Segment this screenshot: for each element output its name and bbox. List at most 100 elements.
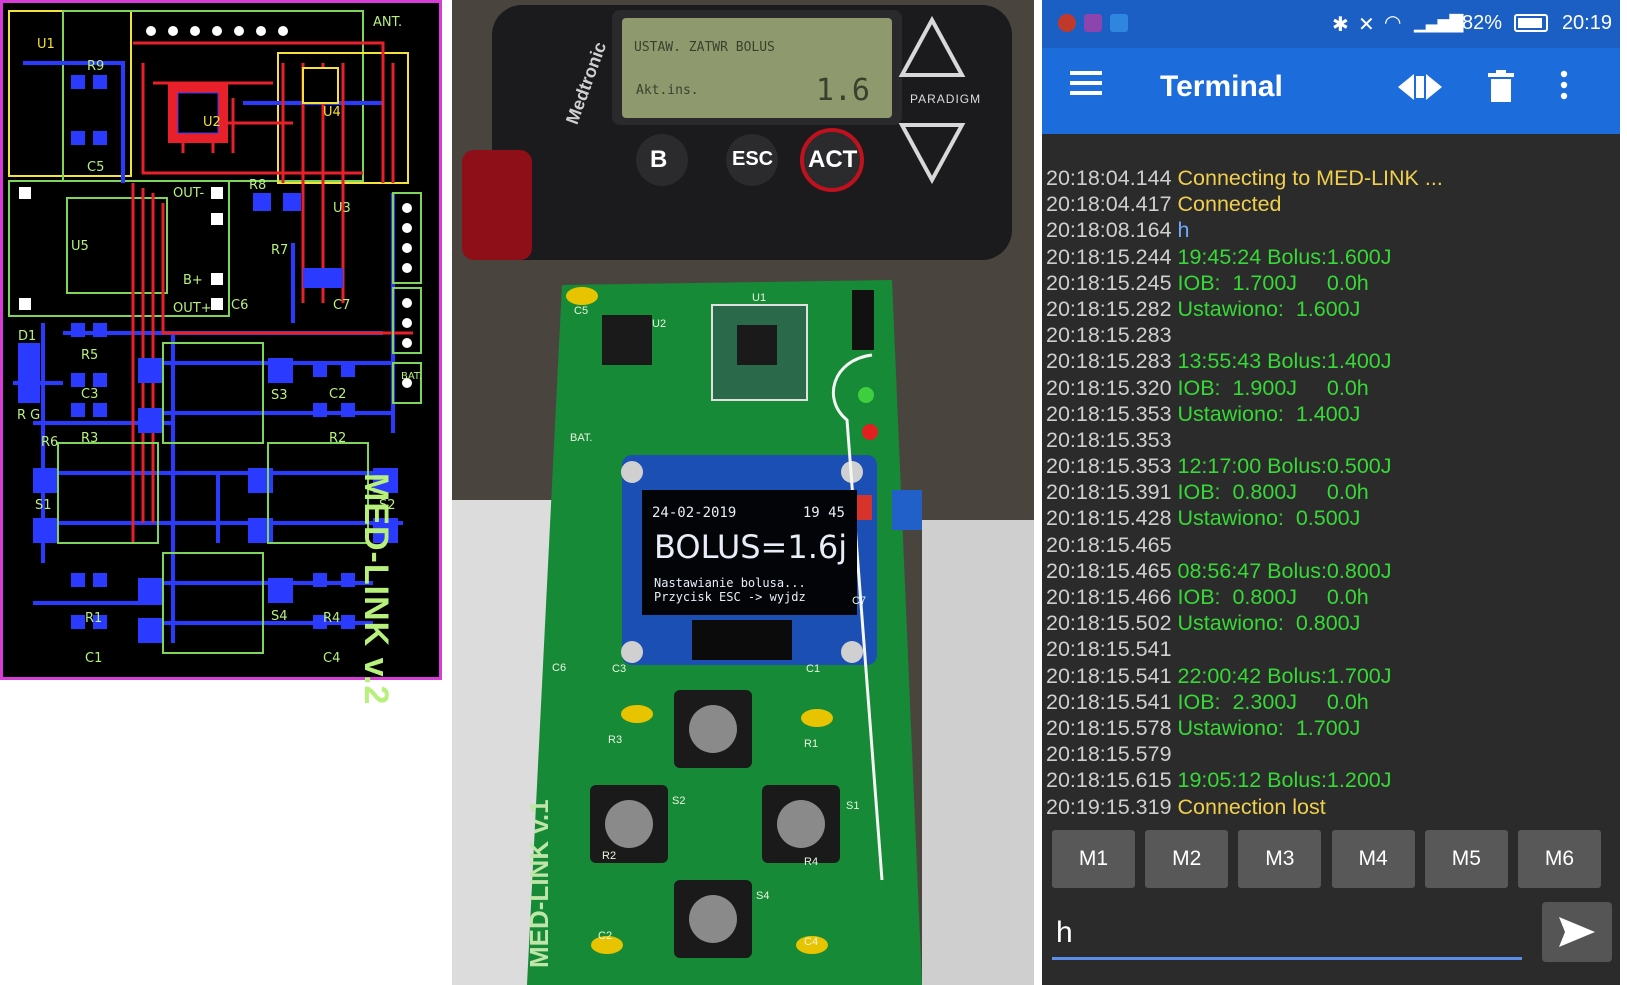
terminal-message: 13:55:43 Bolus:1.400J [1177, 349, 1392, 374]
pcb-label-r5: R5 [81, 348, 99, 363]
pcb-label-r7: R7 [271, 243, 289, 258]
command-input[interactable]: h [1052, 900, 1522, 960]
pcb-label-u5: U5 [71, 239, 89, 254]
terminal-line: 20:18:15.466 IOB: 0.800J 0.0h [1046, 584, 1616, 610]
macro-button-m1[interactable]: M1 [1052, 830, 1135, 888]
photo-label-c6: C6 [552, 662, 567, 674]
terminal-timestamp: 20:18:15.502 [1046, 611, 1178, 636]
terminal-message: 19:05:12 Bolus:1.200J [1177, 768, 1392, 793]
mute-icon: ✕ [1358, 14, 1375, 36]
macro-button-m3[interactable]: M3 [1238, 830, 1322, 888]
macro-button-m4[interactable]: M4 [1331, 830, 1415, 888]
hamburger-icon[interactable] [1070, 70, 1102, 104]
oled-date: 24-02-2019 [652, 505, 737, 521]
pcb-label-r6: R6 [41, 435, 59, 450]
photo-label-c3: C3 [612, 663, 627, 675]
gallery-icon [1084, 14, 1102, 32]
photo-board-name: MED-LINK v.1 [524, 799, 554, 968]
terminal-message: IOB: 1.700J 0.0h [1177, 270, 1369, 295]
pump-screen-line1: USTAW. ZATWR BOLUS [634, 40, 775, 55]
terminal-line: 20:18:15.465 08:56:47 Bolus:0.800J [1046, 558, 1616, 584]
oled-line1: Nastawianie bolusa... [654, 576, 806, 590]
pump-esc-button-label: ESC [732, 148, 774, 170]
terminal-line: 20:18:15.353 Ustawiono: 1.400J [1046, 401, 1616, 427]
pcb-label-r2: R2 [329, 431, 347, 446]
terminal-line: 20:18:15.541 IOB: 2.300J 0.0h [1046, 689, 1616, 715]
macro-button-m6[interactable]: M6 [1518, 830, 1601, 888]
pcb-label-out-minus: OUT- [173, 186, 205, 201]
pcb-label-u1: U1 [37, 37, 55, 52]
pcb-label-c6: C6 [231, 298, 249, 313]
terminal-message: Ustawiono: 0.800J [1177, 611, 1361, 636]
terminal-line: 20:18:04.144 Connecting to MED-LINK ... [1046, 165, 1616, 191]
terminal-timestamp: 20:18:15.541 [1046, 689, 1178, 714]
terminal-message: 22:00:42 Bolus:1.700J [1177, 663, 1392, 688]
terminal-timestamp: 20:18:15.353 [1046, 454, 1178, 479]
terminal-message: IOB: 2.300J 0.0h [1177, 689, 1369, 714]
more-vert-icon[interactable] [1560, 70, 1568, 108]
terminal-line: 20:18:04.417 Connected [1046, 191, 1616, 217]
photo-label-r3: R3 [608, 734, 623, 746]
terminal-line: 20:18:15.244 19:45:24 Bolus:1.600J [1046, 244, 1616, 270]
terminal-message: Ustawiono: 1.700J [1177, 715, 1361, 740]
terminal-line: 20:18:15.283 13:55:43 Bolus:1.400J [1046, 348, 1616, 374]
terminal-timestamp: 20:18:15.615 [1046, 768, 1178, 793]
toolbar-title: Terminal [1160, 70, 1283, 103]
pcb-label-out-plus: OUT+ [173, 301, 212, 316]
connect-icon[interactable] [1394, 72, 1446, 110]
terminal-line: 20:18:15.541 [1046, 636, 1616, 662]
oled-line2: Przycisk ESC -> wyjdz [654, 590, 806, 604]
terminal-line: 20:18:15.615 19:05:12 Bolus:1.200J [1046, 767, 1616, 793]
status-bar: ✱ ✕ ◠ ▁▃▅▇ 82% 20:19 [1042, 0, 1620, 48]
pump-b-button-label: B [650, 146, 668, 173]
terminal-timestamp: 20:18:15.283 [1046, 349, 1178, 374]
terminal-timestamp: 20:18:15.465 [1046, 558, 1178, 583]
status-time: 20:19 [1561, 12, 1612, 34]
notification-icon [1058, 14, 1076, 32]
pcb-label-s4: S4 [271, 609, 288, 624]
trash-icon[interactable] [1488, 70, 1514, 110]
terminal-line: 20:18:15.353 [1046, 427, 1616, 453]
terminal-message: Ustawiono: 0.500J [1177, 506, 1361, 531]
terminal-message: Connecting to MED-LINK ... [1177, 166, 1443, 190]
photo-label-r1: R1 [804, 738, 819, 750]
terminal-timestamp: 20:18:15.465 [1046, 532, 1172, 557]
terminal-message: h [1177, 218, 1190, 243]
battery-percent: 82% [1462, 12, 1503, 34]
photo-label-s1: S1 [846, 800, 860, 812]
terminal-line: 20:19:15.319 Connection lost [1046, 794, 1616, 820]
terminal-timestamp: 20:18:15.282 [1046, 296, 1178, 321]
macro-button-m5[interactable]: M5 [1424, 830, 1508, 888]
pcb-label-r9: R9 [87, 59, 105, 74]
terminal-message: Connected [1177, 192, 1282, 217]
photo-label-c7: C7 [852, 595, 867, 607]
photo-label-c1: C1 [806, 663, 821, 675]
oled-time: 19 45 [802, 505, 845, 521]
terminal-message: IOB: 0.800J 0.0h [1177, 480, 1369, 505]
photo-label-c5: C5 [574, 305, 589, 317]
terminal-line: 20:18:15.541 22:00:42 Bolus:1.700J [1046, 663, 1616, 689]
macro-button-m2[interactable]: M2 [1145, 830, 1229, 888]
terminal-timestamp: 20:18:15.283 [1046, 323, 1172, 348]
pcb-label-bat: BAT. [401, 371, 423, 382]
terminal-timestamp: 20:18:15.353 [1046, 427, 1172, 452]
terminal-line: 20:18:15.428 Ustawiono: 0.500J [1046, 505, 1616, 531]
terminal-message: 08:56:47 Bolus:0.800J [1177, 558, 1392, 583]
terminal-line: 20:18:15.579 [1046, 741, 1616, 767]
terminal-timestamp: 20:18:08.164 [1046, 218, 1178, 243]
terminal-timestamp: 20:18:15.428 [1046, 506, 1178, 531]
photo-label-r2: R2 [602, 850, 617, 862]
pcb-label-c3: C3 [81, 387, 99, 402]
photo-label-s2: S2 [672, 795, 686, 807]
pump-paradigm-label: PARADIGM [910, 92, 982, 106]
app-toolbar: Terminal [1042, 48, 1620, 134]
app-icon [1110, 14, 1128, 32]
terminal-log[interactable]: 20:18:04.144 Connecting to MED-LINK ... 2… [1046, 165, 1616, 820]
photo-label-u2: U2 [652, 318, 667, 330]
send-button[interactable] [1542, 902, 1612, 962]
terminal-timestamp: 20:19:15.319 [1046, 794, 1178, 819]
pcb-label-c5: C5 [87, 160, 105, 175]
send-icon [1559, 917, 1595, 947]
pcb-label-r1: R1 [85, 611, 103, 626]
wifi-icon: ◠ [1384, 12, 1402, 34]
